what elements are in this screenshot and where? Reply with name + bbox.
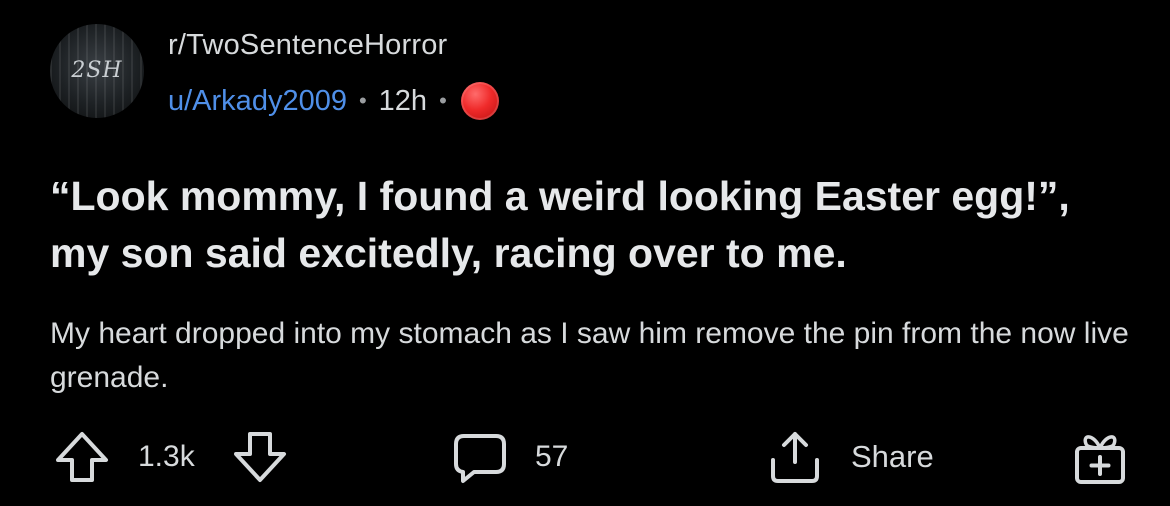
subreddit-name[interactable]: r/TwoSentenceHorror (168, 29, 447, 62)
comment-bubble-icon (454, 434, 506, 483)
share-label[interactable]: Share (851, 422, 934, 492)
vote-score: 1.3k (138, 440, 195, 473)
meta-separator: • (439, 88, 447, 113)
post-title: “Look mommy, I found a weird looking Eas… (50, 173, 1070, 276)
subreddit-avatar[interactable]: 2SH (50, 24, 144, 118)
comments-button[interactable] (452, 422, 508, 492)
meta-separator: • (358, 88, 367, 113)
post-body: My heart dropped into my stomach as I sa… (50, 317, 1129, 394)
downvote-button[interactable] (232, 422, 288, 492)
award-button[interactable] (1072, 422, 1128, 492)
post-header: 2SH r/TwoSentenceHorror u/Arkady2009 • 1… (50, 24, 750, 124)
upvote-button[interactable] (54, 422, 110, 492)
upvote-arrow-icon (56, 432, 108, 482)
avatar-monogram: 2SH (71, 58, 123, 83)
post-meta: u/Arkady2009 • 12h • (168, 82, 499, 120)
author-link[interactable]: u/Arkady2009 (168, 85, 347, 118)
red-circle-award-icon[interactable] (460, 82, 499, 120)
share-button[interactable] (766, 422, 824, 492)
share-icon (771, 432, 819, 483)
action-bar: 1.3k 57 Share (0, 422, 1170, 492)
gift-award-icon (1075, 435, 1125, 484)
downvote-arrow-icon (234, 432, 286, 482)
post-time: 12h (378, 84, 428, 117)
comment-count[interactable]: 57 (535, 422, 568, 492)
